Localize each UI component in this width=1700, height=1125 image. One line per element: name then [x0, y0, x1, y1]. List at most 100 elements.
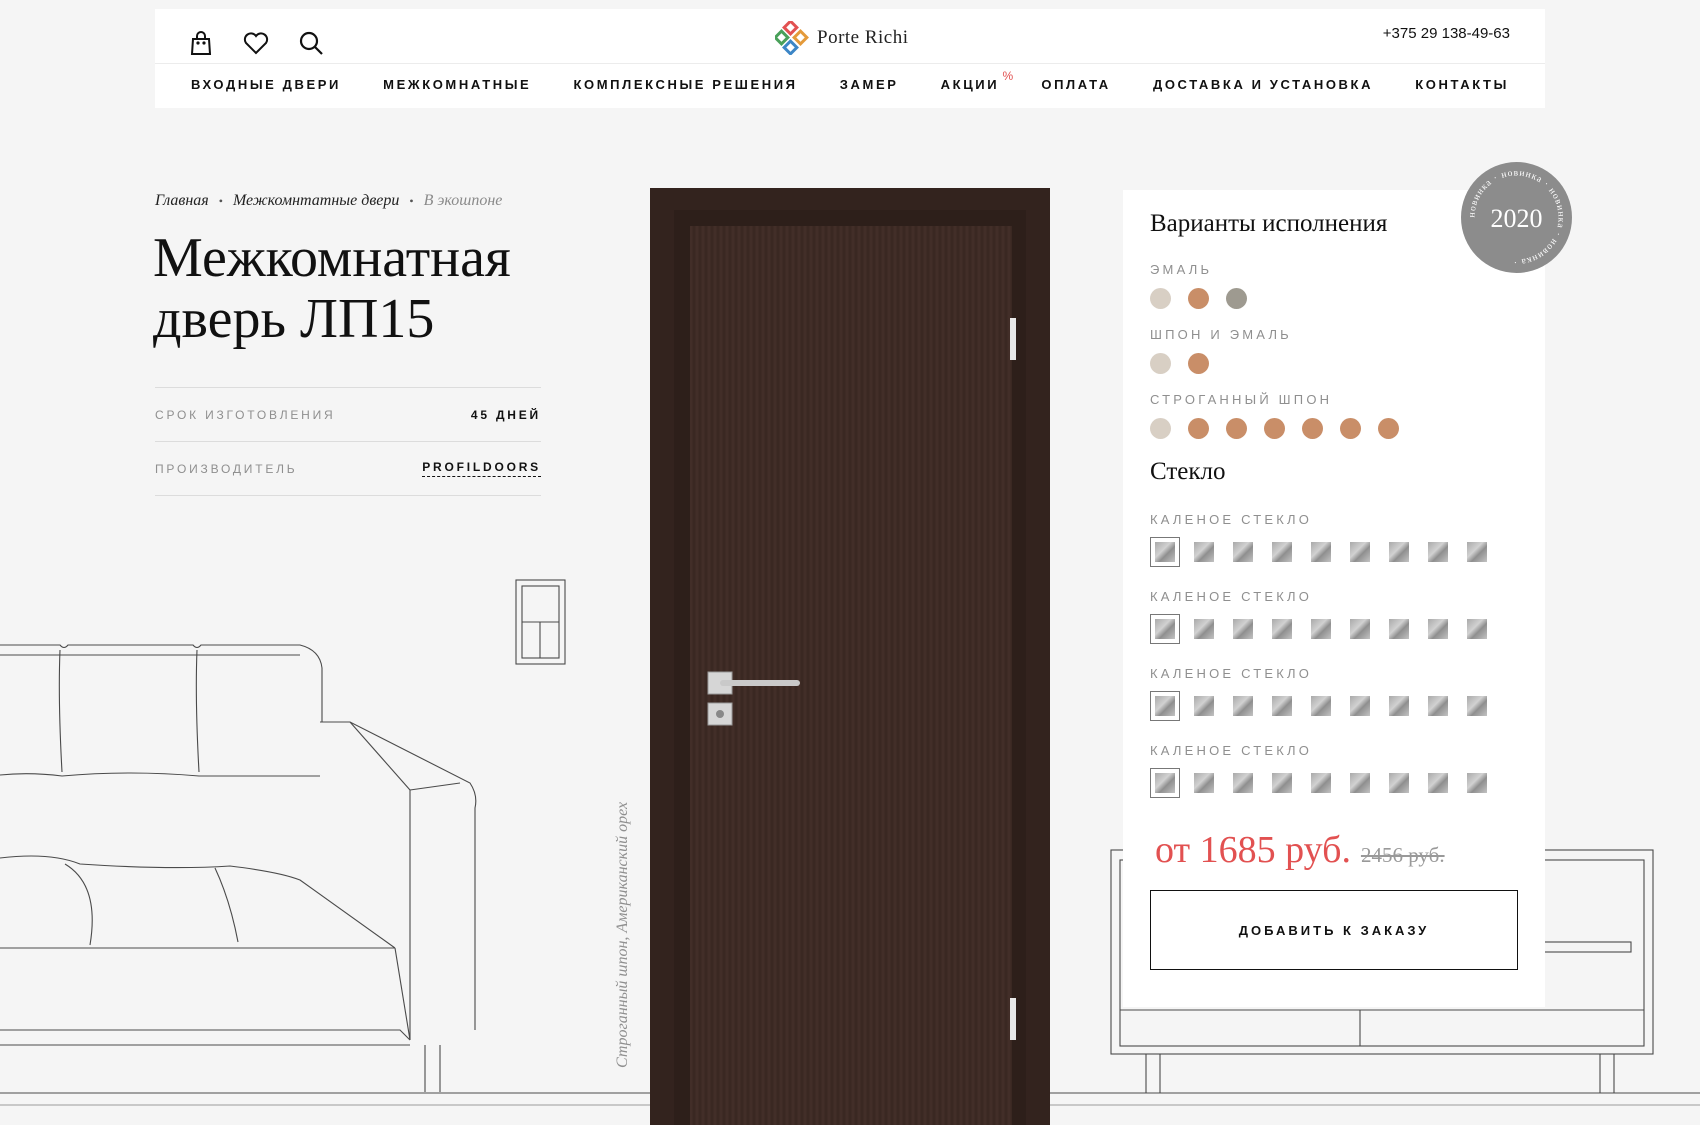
variants-heading: Варианты исполнения [1150, 210, 1388, 237]
glass-option[interactable] [1384, 768, 1414, 798]
glass-option[interactable] [1267, 614, 1297, 644]
manufacturer-link[interactable]: PROFILDOORS [422, 460, 541, 477]
color-swatch[interactable] [1226, 418, 1247, 439]
color-swatch[interactable] [1264, 418, 1285, 439]
glass-option[interactable] [1228, 691, 1258, 721]
nav-payment[interactable]: ОПЛАТА [1041, 77, 1110, 92]
glass-options [1150, 768, 1492, 798]
finish-group-label: ЭМАЛЬ [1150, 262, 1213, 277]
glass-option[interactable] [1423, 537, 1453, 567]
glass-option[interactable] [1306, 537, 1336, 567]
color-swatch[interactable] [1150, 288, 1171, 309]
glass-option[interactable] [1306, 768, 1336, 798]
glass-option[interactable] [1189, 768, 1219, 798]
nav-measurement[interactable]: ЗАМЕР [840, 77, 899, 92]
glass-option[interactable] [1423, 768, 1453, 798]
door-handle-lever [720, 680, 800, 686]
nav-delivery[interactable]: ДОСТАВКА И УСТАНОВКА [1153, 77, 1373, 92]
color-swatch[interactable] [1188, 353, 1209, 374]
glass-option[interactable] [1306, 614, 1336, 644]
heart-icon [243, 32, 269, 55]
price-block: от 1685 руб. 2456 руб. [1155, 828, 1445, 872]
door-hinge-bottom [1010, 998, 1016, 1040]
glass-option[interactable] [1345, 768, 1375, 798]
spec-value: 45 ДНЕЙ [470, 407, 541, 422]
door-finish-caption: Строганный шпон, Американский орех [614, 801, 631, 1068]
new-badge-art: новинка · новинка · новинка · новинка · … [1467, 168, 1564, 266]
glass-option[interactable] [1228, 768, 1258, 798]
color-swatch[interactable] [1188, 418, 1209, 439]
nav-interior-doors[interactable]: МЕЖКОМНАТНЫЕ [383, 77, 531, 92]
spec-label: СРОК ИЗГОТОВЛЕНИЯ [155, 407, 336, 422]
brand-logo[interactable]: Porte Richi [775, 21, 909, 55]
breadcrumb-current: В экошпоне [423, 192, 503, 209]
glass-option[interactable] [1150, 537, 1180, 567]
glass-option[interactable] [1462, 768, 1492, 798]
site-header: Porte Richi +375 29 138-49-63 ВХОДНЫЕ ДВ… [155, 9, 1545, 108]
glass-option[interactable] [1423, 614, 1453, 644]
finish-swatches-enamel [1150, 288, 1247, 309]
glass-option[interactable] [1462, 614, 1492, 644]
glass-option[interactable] [1228, 614, 1258, 644]
door-image [650, 188, 1050, 1125]
finish-group-label: СТРОГАННЫЙ ШПОН [1150, 392, 1333, 407]
glass-options [1150, 691, 1492, 721]
breadcrumb-home[interactable]: Главная [155, 192, 209, 210]
glass-options [1150, 537, 1492, 567]
options-panel: Варианты исполнения ЭМАЛЬ ШПОН И ЭМАЛЬ С… [1123, 190, 1545, 1007]
finish-group-label: ШПОН И ЭМАЛЬ [1150, 327, 1292, 342]
new-badge: новинка · новинка · новинка · новинка · … [1461, 162, 1572, 273]
glass-option[interactable] [1150, 691, 1180, 721]
glass-option[interactable] [1267, 768, 1297, 798]
favorites-button[interactable] [242, 29, 270, 57]
glass-group-label: КАЛЕНОЕ СТЕКЛО [1150, 743, 1313, 758]
nav-entrance-doors[interactable]: ВХОДНЫЕ ДВЕРИ [191, 77, 341, 92]
nav-promotions[interactable]: АКЦИИ% [941, 69, 1014, 92]
main-nav: ВХОДНЫЕ ДВЕРИ МЕЖКОМНАТНЫЕ КОМПЛЕКСНЫЕ Р… [191, 69, 1509, 92]
glass-option[interactable] [1267, 691, 1297, 721]
glass-option[interactable] [1384, 537, 1414, 567]
color-swatch[interactable] [1150, 418, 1171, 439]
sofa-drawing [0, 644, 477, 1092]
logo-mark-icon [775, 21, 809, 55]
glass-option[interactable] [1189, 691, 1219, 721]
glass-option[interactable] [1228, 537, 1258, 567]
glass-option[interactable] [1150, 768, 1180, 798]
glass-option[interactable] [1384, 691, 1414, 721]
add-to-order-button[interactable]: ДОБАВИТЬ К ЗАКАЗУ [1150, 890, 1518, 970]
breadcrumb-interior-doors[interactable]: Межкомнтатные двери [233, 192, 399, 210]
color-swatch[interactable] [1150, 353, 1171, 374]
glass-option[interactable] [1384, 614, 1414, 644]
bag-icon [190, 31, 212, 55]
product-specs: СРОК ИЗГОТОВЛЕНИЯ 45 ДНЕЙ ПРОИЗВОДИТЕЛЬ … [155, 387, 541, 496]
phone-number[interactable]: +375 29 138-49-63 [1383, 25, 1510, 42]
glass-option[interactable] [1462, 691, 1492, 721]
header-divider [155, 63, 1545, 64]
cart-button[interactable] [187, 29, 215, 57]
glass-group-label: КАЛЕНОЕ СТЕКЛО [1150, 589, 1313, 604]
glass-option[interactable] [1423, 691, 1453, 721]
color-swatch[interactable] [1302, 418, 1323, 439]
color-swatch[interactable] [1378, 418, 1399, 439]
color-swatch[interactable] [1188, 288, 1209, 309]
price-current: от 1685 руб. [1155, 829, 1351, 871]
glass-option[interactable] [1306, 691, 1336, 721]
nav-contacts[interactable]: КОНТАКТЫ [1415, 77, 1509, 92]
finish-swatches-veneer-enamel [1150, 353, 1209, 374]
glass-option[interactable] [1462, 537, 1492, 567]
glass-option[interactable] [1345, 691, 1375, 721]
color-swatch[interactable] [1340, 418, 1361, 439]
glass-option[interactable] [1150, 614, 1180, 644]
light-switch-drawing [515, 579, 566, 665]
search-button[interactable] [297, 29, 325, 57]
breadcrumb: Главная • Межкомнтатные двери • В экошпо… [155, 192, 502, 210]
promo-percent-badge: % [1002, 69, 1014, 83]
glass-option[interactable] [1267, 537, 1297, 567]
glass-option[interactable] [1345, 614, 1375, 644]
glass-option[interactable] [1345, 537, 1375, 567]
glass-option[interactable] [1189, 537, 1219, 567]
color-swatch[interactable] [1226, 288, 1247, 309]
glass-option[interactable] [1189, 614, 1219, 644]
badge-year: 2020 [1491, 204, 1543, 233]
nav-complex-solutions[interactable]: КОМПЛЕКСНЫЕ РЕШЕНИЯ [574, 77, 798, 92]
